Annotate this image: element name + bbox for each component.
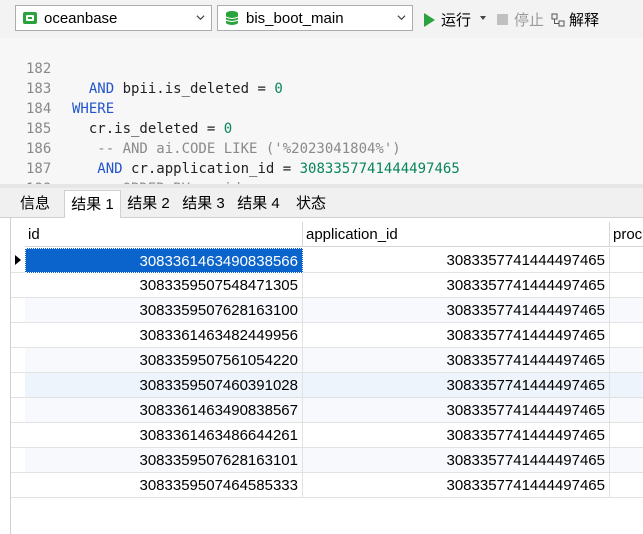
cell-id[interactable]: 3083359507464585333	[25, 473, 303, 498]
database-value: bis_boot_main	[246, 9, 344, 27]
connection-icon	[23, 12, 37, 24]
cell-proc[interactable]	[610, 473, 643, 498]
run-button[interactable]: 运行	[424, 9, 471, 30]
cell-proc[interactable]	[610, 323, 643, 348]
explain-label: 解释	[569, 12, 600, 29]
row-header[interactable]	[11, 298, 25, 323]
cell-application-id[interactable]: 3083357741444497465	[303, 448, 610, 473]
row-header[interactable]	[11, 273, 25, 298]
editor-line: 185 -- AND ai.CODE LIKE ('%2023041804%')	[0, 99, 643, 157]
connection-value: oceanbase	[44, 9, 118, 27]
sql-editor[interactable]: 182 AND bpii.is_deleted = 0 183 WHERE 18…	[0, 38, 643, 217]
stop-button[interactable]: 停止	[497, 9, 544, 30]
row-header[interactable]	[11, 248, 25, 273]
cell-id[interactable]: 3083359507628163101	[25, 448, 303, 473]
current-row-pointer-icon	[15, 255, 21, 265]
cell-id[interactable]: 3083359507460391028	[25, 373, 303, 398]
tab-result-1[interactable]: 结果 1	[64, 190, 121, 219]
result-tabbar: 信息 结果 1 结果 2 结果 3 结果 4 状态	[0, 188, 643, 219]
cell-id[interactable]: 3083361463490838567	[25, 398, 303, 423]
row-header[interactable]	[11, 348, 25, 373]
tab-info[interactable]: 信息	[12, 190, 58, 218]
editor-line: 183 WHERE	[0, 59, 643, 117]
tab-result-3[interactable]: 结果 3	[176, 190, 231, 218]
cell-proc[interactable]	[610, 273, 643, 298]
cell-application-id[interactable]: 3083357741444497465	[303, 398, 610, 423]
result-grid[interactable]: id application_id proc 30833614634908385…	[10, 218, 643, 534]
cell-application-id[interactable]: 3083357741444497465	[303, 348, 610, 373]
cell-proc[interactable]	[610, 448, 643, 473]
run-dropdown-icon[interactable]	[480, 16, 486, 20]
cell-id[interactable]: 3083359507561054220	[25, 348, 303, 373]
cell-proc[interactable]	[610, 298, 643, 323]
stop-label: 停止	[514, 12, 545, 29]
cell-application-id[interactable]: 3083357741444497465	[303, 273, 610, 298]
row-header[interactable]	[11, 323, 25, 348]
run-label: 运行	[441, 12, 472, 29]
database-icon	[225, 11, 239, 25]
row-header[interactable]	[11, 398, 25, 423]
explain-button[interactable]: 解释	[551, 9, 599, 30]
editor-line: 187 -- ORDER BY cr.id	[0, 139, 643, 197]
database-select[interactable]: bis_boot_main	[217, 5, 413, 31]
cell-application-id[interactable]: 3083357741444497465	[303, 323, 610, 348]
cell-proc[interactable]	[610, 423, 643, 448]
explain-icon	[551, 13, 565, 26]
cell-proc[interactable]	[610, 373, 643, 398]
cell-application-id[interactable]: 3083357741444497465	[303, 248, 610, 273]
cell-application-id[interactable]: 3083357741444497465	[303, 473, 610, 498]
column-header-proc[interactable]: proc	[610, 222, 643, 247]
cell-id[interactable]: 3083361463486644261	[25, 423, 303, 448]
play-icon	[424, 12, 435, 27]
toolbar: oceanbase bis_boot_main 运行 停止 解释	[0, 0, 643, 38]
cell-proc[interactable]	[610, 348, 643, 373]
row-header[interactable]	[11, 423, 25, 448]
cell-proc[interactable]	[610, 248, 643, 273]
editor-line: 186 AND cr.application_id = 308335774144…	[0, 119, 643, 177]
cell-id[interactable]: 3083359507548471305	[25, 273, 303, 298]
editor-line: 182 AND bpii.is_deleted = 0	[0, 39, 643, 97]
tab-result-2[interactable]: 结果 2	[121, 190, 176, 218]
row-header[interactable]	[11, 373, 25, 398]
cell-id[interactable]: 3083361463490838566	[25, 248, 303, 273]
cell-application-id[interactable]: 3083357741444497465	[303, 373, 610, 398]
stop-icon	[497, 14, 508, 25]
cell-application-id[interactable]: 3083357741444497465	[303, 298, 610, 323]
row-header[interactable]	[11, 448, 25, 473]
row-header[interactable]	[11, 473, 25, 498]
cell-application-id[interactable]: 3083357741444497465	[303, 423, 610, 448]
cell-id[interactable]: 3083359507628163100	[25, 298, 303, 323]
connection-select[interactable]: oceanbase	[15, 5, 212, 31]
cell-id[interactable]: 3083361463482449956	[25, 323, 303, 348]
chevron-down-icon	[397, 15, 406, 21]
chevron-down-icon	[196, 15, 205, 21]
editor-line: 184 cr.is_deleted = 0	[0, 79, 643, 137]
tab-result-4[interactable]: 结果 4	[231, 190, 286, 218]
column-header-application-id[interactable]: application_id	[303, 222, 610, 247]
tab-status[interactable]: 状态	[286, 190, 336, 218]
cell-proc[interactable]	[610, 398, 643, 423]
editor-line: 188 LIMIT 30,10;	[0, 159, 643, 217]
column-header-id[interactable]: id	[25, 222, 303, 247]
